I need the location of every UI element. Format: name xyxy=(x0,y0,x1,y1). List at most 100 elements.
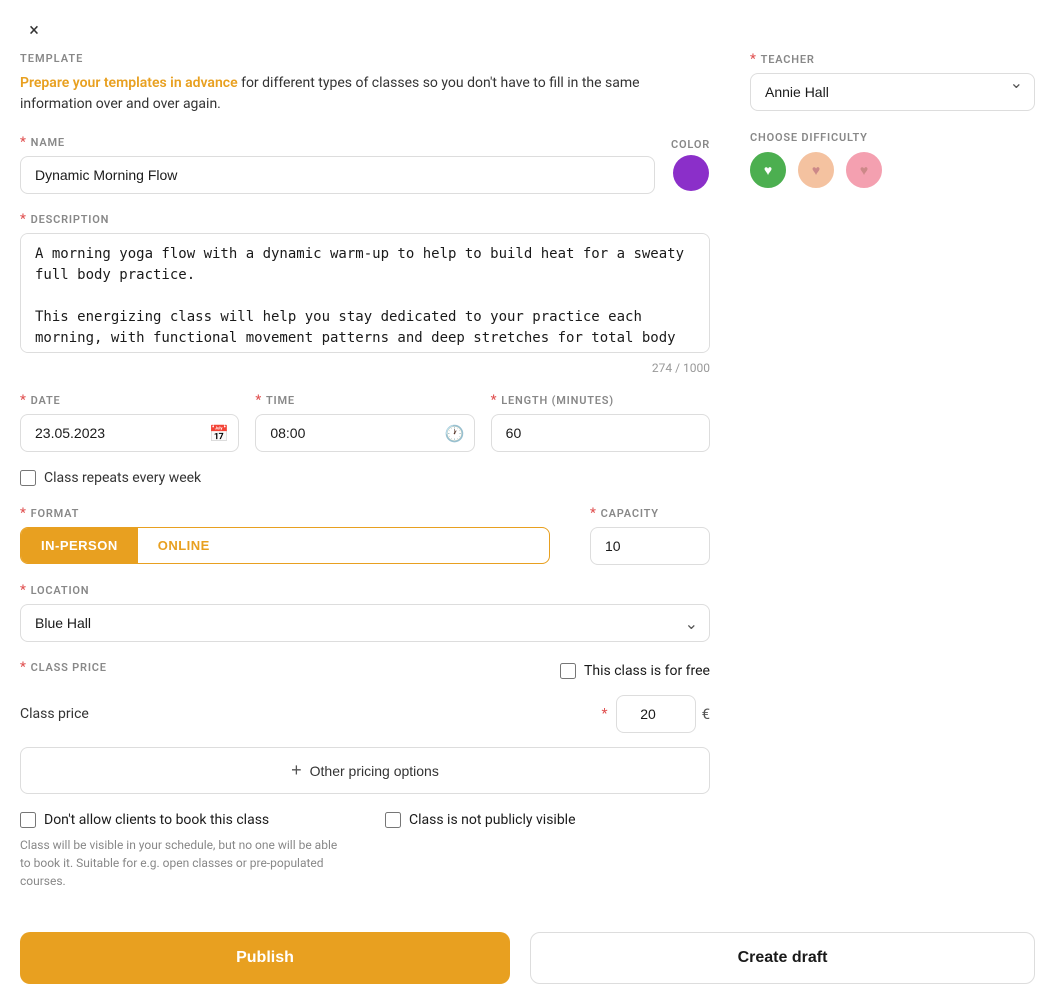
format-in-person-btn[interactable]: IN-PERSON xyxy=(21,528,138,563)
dont-allow-section: Don't allow clients to book this class C… xyxy=(20,812,345,890)
name-color-row: * NAME COLOR xyxy=(20,135,710,194)
teacher-select[interactable]: Annie Hall Bob Smith Carol White xyxy=(750,73,1035,111)
length-label-text: LENGTH (MINUTES) xyxy=(501,394,614,407)
difficulty-hard[interactable]: ♥ xyxy=(846,152,882,188)
teacher-label: * TEACHER xyxy=(750,52,1035,67)
date-input-wrapper: 📅 xyxy=(20,414,239,452)
color-section: COLOR xyxy=(671,138,710,191)
class-price-row-label: Class price xyxy=(20,706,594,722)
heart-hard-icon: ♥ xyxy=(860,162,868,179)
date-required-star: * xyxy=(20,393,27,408)
time-input[interactable] xyxy=(255,414,474,452)
name-required-star: * xyxy=(20,135,27,150)
currency-symbol: € xyxy=(702,705,710,723)
bottom-options-row: Don't allow clients to book this class C… xyxy=(20,812,710,890)
plus-icon: + xyxy=(291,760,302,781)
format-online-btn[interactable]: ONLINE xyxy=(138,528,230,563)
format-section: * FORMAT IN-PERSON ONLINE xyxy=(20,506,550,564)
create-draft-button[interactable]: Create draft xyxy=(530,932,1035,984)
description-label: * DESCRIPTION xyxy=(20,212,710,227)
location-label: * LOCATION xyxy=(20,583,710,598)
heart-filled-icon: ♥ xyxy=(764,162,772,179)
dont-allow-hint: Class will be visible in your schedule, … xyxy=(20,836,345,890)
time-label: * TIME xyxy=(255,393,474,408)
free-class-checkbox[interactable] xyxy=(560,663,576,679)
length-label: * LENGTH (MINUTES) xyxy=(491,393,710,408)
dont-allow-label: Don't allow clients to book this class xyxy=(44,812,269,828)
difficulty-medium[interactable]: ♥ xyxy=(798,152,834,188)
date-label-text: DATE xyxy=(31,394,61,407)
other-pricing-button[interactable]: + Other pricing options xyxy=(20,747,710,794)
price-required-star: * xyxy=(20,660,27,675)
difficulty-field-group: CHOOSE DIFFICULTY ♥ ♥ ♥ xyxy=(750,131,1035,188)
time-label-text: TIME xyxy=(266,394,295,407)
description-textarea[interactable]: A morning yoga flow with a dynamic warm-… xyxy=(20,233,710,353)
date-time-length-row: * DATE 📅 * TIME 🕐 xyxy=(20,393,710,452)
action-buttons: Publish Create draft xyxy=(0,916,1055,1000)
capacity-input[interactable] xyxy=(590,527,710,565)
date-field: * DATE 📅 xyxy=(20,393,239,452)
difficulty-label: CHOOSE DIFFICULTY xyxy=(750,131,1035,144)
char-count: 274 / 1000 xyxy=(20,361,710,375)
location-dropdown-wrapper: Blue Hall Red Room Green Studio ⌄ xyxy=(20,604,710,642)
name-field-group: * NAME COLOR xyxy=(20,135,710,194)
capacity-label: * CAPACITY xyxy=(590,506,710,521)
format-capacity-row: * FORMAT IN-PERSON ONLINE * CAPACITY xyxy=(20,506,710,565)
free-class-label: This class is for free xyxy=(584,663,710,679)
main-content: TEMPLATE Prepare your templates in advan… xyxy=(0,52,1055,916)
teacher-label-text: TEACHER xyxy=(761,53,815,66)
not-public-label: Class is not publicly visible xyxy=(409,812,576,828)
class-price-label: * CLASS PRICE xyxy=(20,660,107,675)
price-header-row: * CLASS PRICE This class is for free xyxy=(20,660,710,681)
dont-allow-check-group: Don't allow clients to book this class xyxy=(20,812,345,828)
difficulty-easy[interactable]: ♥ xyxy=(750,152,786,188)
capacity-required-star: * xyxy=(590,506,597,521)
color-picker[interactable] xyxy=(673,155,709,191)
format-label-text: FORMAT xyxy=(31,507,80,520)
capacity-label-text: CAPACITY xyxy=(601,507,659,520)
close-button[interactable]: × xyxy=(20,16,48,44)
location-select[interactable]: Blue Hall Red Room Green Studio xyxy=(20,604,710,642)
date-input[interactable] xyxy=(20,414,239,452)
length-input[interactable] xyxy=(491,414,710,452)
difficulty-circles: ♥ ♥ ♥ xyxy=(750,152,1035,188)
color-label: COLOR xyxy=(671,138,710,151)
dont-allow-checkbox[interactable] xyxy=(20,812,36,828)
description-label-text: DESCRIPTION xyxy=(31,213,110,226)
time-field: * TIME 🕐 xyxy=(255,393,474,452)
class-price-section: * CLASS PRICE This class is for free Cla… xyxy=(20,660,710,794)
format-required-star: * xyxy=(20,506,27,521)
price-row-required: * xyxy=(602,706,608,722)
price-input[interactable] xyxy=(616,695,696,733)
name-input-wrapper: * NAME xyxy=(20,135,655,194)
location-field-group: * LOCATION Blue Hall Red Room Green Stud… xyxy=(20,583,710,642)
name-input[interactable] xyxy=(20,156,655,194)
name-label: * NAME xyxy=(20,135,655,150)
teacher-dropdown-wrapper: Annie Hall Bob Smith Carol White ⌄ xyxy=(750,73,1035,111)
template-label: TEMPLATE xyxy=(20,52,710,65)
class-repeats-checkbox[interactable] xyxy=(20,470,36,486)
template-link[interactable]: Prepare your templates in advance xyxy=(20,75,238,91)
price-input-group: € xyxy=(616,695,710,733)
top-bar: × xyxy=(0,0,1055,52)
template-description: Prepare your templates in advance for di… xyxy=(20,73,710,115)
description-field-group: * DESCRIPTION A morning yoga flow with a… xyxy=(20,212,710,375)
class-repeats-label: Class repeats every week xyxy=(44,470,201,486)
length-field: * LENGTH (MINUTES) xyxy=(491,393,710,452)
heart-medium-icon: ♥ xyxy=(812,162,820,179)
publish-button[interactable]: Publish xyxy=(20,932,510,984)
time-input-wrapper: 🕐 xyxy=(255,414,474,452)
other-pricing-label: Other pricing options xyxy=(310,763,439,779)
length-required-star: * xyxy=(491,393,498,408)
not-public-check-group: Class is not publicly visible xyxy=(385,812,710,828)
format-label: * FORMAT xyxy=(20,506,550,521)
teacher-required-star: * xyxy=(750,52,757,67)
right-panel: * TEACHER Annie Hall Bob Smith Carol Whi… xyxy=(750,52,1035,916)
not-public-checkbox[interactable] xyxy=(385,812,401,828)
location-label-text: LOCATION xyxy=(31,584,90,597)
teacher-field-group: * TEACHER Annie Hall Bob Smith Carol Whi… xyxy=(750,52,1035,111)
date-label: * DATE xyxy=(20,393,239,408)
class-repeats-row: Class repeats every week xyxy=(20,470,710,486)
name-label-text: NAME xyxy=(31,136,65,149)
free-class-check-group: This class is for free xyxy=(560,663,710,679)
